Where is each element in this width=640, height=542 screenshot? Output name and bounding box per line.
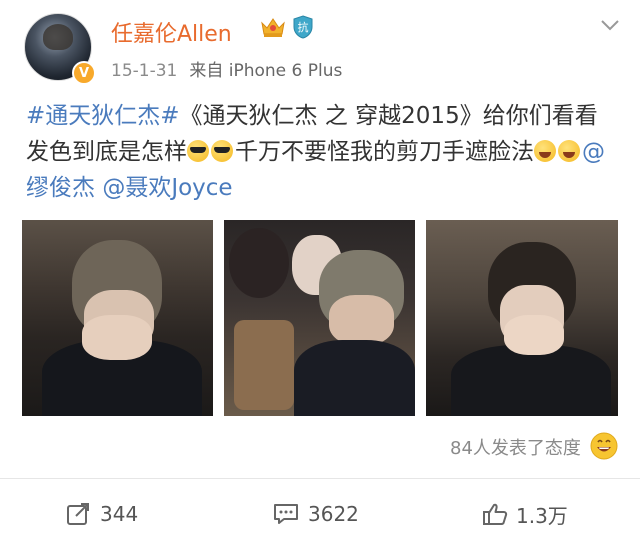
divider [0, 478, 640, 479]
laugh-emoji-icon [534, 140, 556, 162]
cool-emoji-icon [211, 140, 233, 162]
post-text-part2: 千万不要怪我的剪刀手遮脸法 [235, 139, 534, 165]
cool-emoji-icon [187, 140, 209, 162]
selfie-photo-2[interactable] [224, 220, 415, 416]
comment-button[interactable]: 3622 [272, 500, 359, 528]
photo-grid [22, 220, 618, 416]
crown-icon[interactable] [260, 16, 286, 38]
comment-count: 3622 [308, 502, 359, 526]
like-button[interactable]: 1.3万 [482, 500, 568, 528]
post-date: 15-1-31 [111, 61, 178, 81]
selfie-photo-3[interactable] [426, 220, 618, 416]
post-header: V 任嘉伦Allen 抗 15-1-31 来自 iPhone 6 Plus [0, 0, 640, 90]
mention-link-2[interactable]: @聂欢Joyce [102, 175, 232, 201]
repost-button[interactable]: 344 [66, 500, 138, 528]
repost-icon [67, 503, 89, 525]
verified-badge-icon: V [72, 61, 96, 85]
post-source: 来自 iPhone 6 Plus [189, 61, 343, 81]
shield-badge-text: 抗 [298, 20, 309, 34]
selfie-photo-1[interactable] [22, 220, 213, 416]
chevron-down-icon[interactable] [600, 18, 620, 32]
like-count: 1.3万 [516, 503, 568, 528]
repost-count: 344 [100, 502, 139, 526]
post-content: #通天狄仁杰#《通天狄仁杰 之 穿越2015》给你们看看发色到底是怎样 千万不要怪… [26, 98, 620, 206]
laugh-emoji-icon [558, 140, 580, 162]
grin-emoji-icon[interactable] [590, 432, 618, 460]
attitude-count[interactable]: 84人发表了态度 [450, 434, 581, 460]
shield-badge-icon[interactable]: 抗 [292, 15, 314, 39]
thumbs-up-icon [483, 503, 508, 525]
avatar[interactable]: V [24, 13, 96, 85]
comment-icon [274, 504, 298, 524]
hashtag-link[interactable]: #通天狄仁杰# [26, 103, 180, 129]
post-meta: 15-1-31 来自 iPhone 6 Plus [111, 56, 354, 81]
user-name[interactable]: 任嘉伦Allen [111, 16, 232, 48]
